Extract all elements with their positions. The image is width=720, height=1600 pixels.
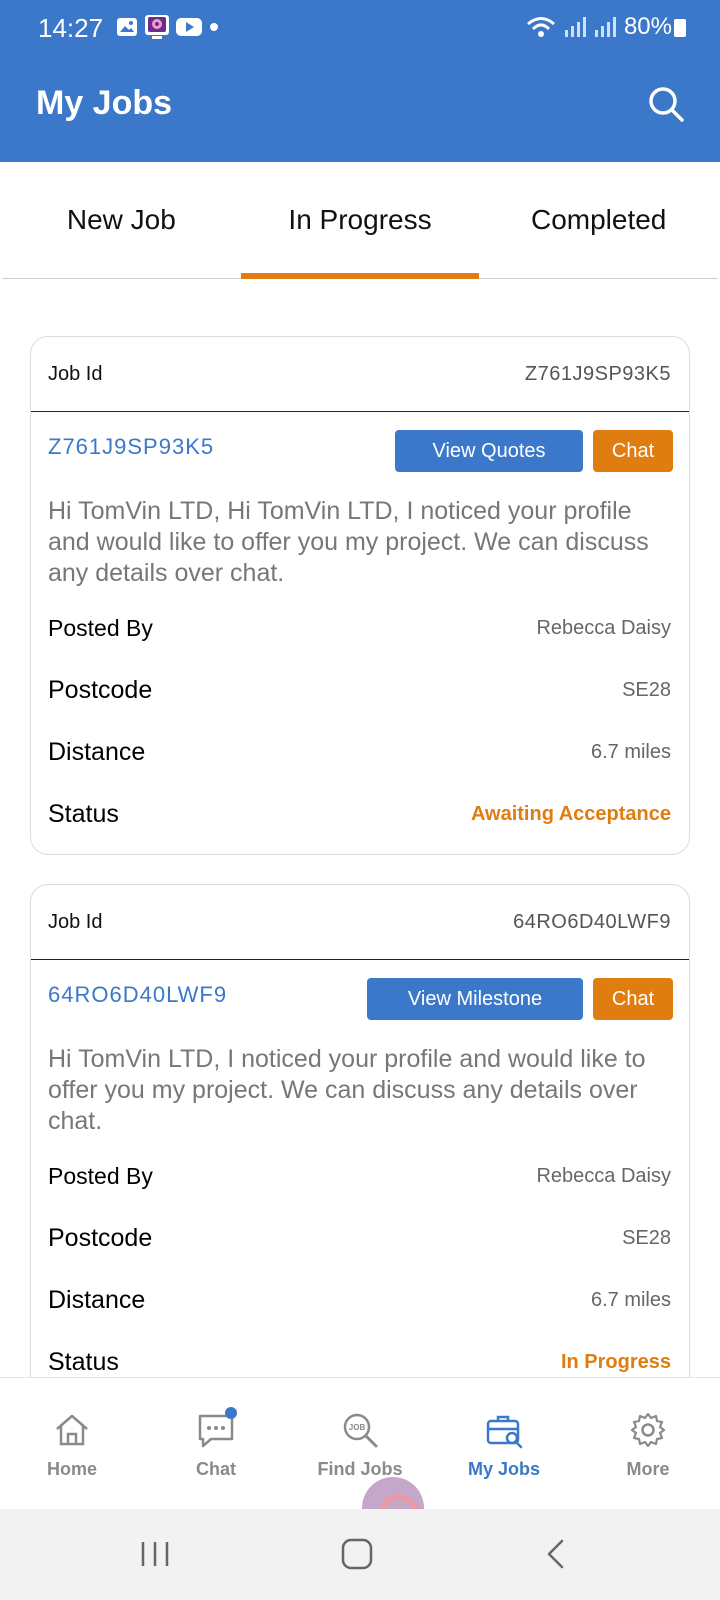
nav-home-label: Home [46,1459,97,1479]
status-row: Status In Progress [31,1331,689,1377]
nav-my-jobs-label: My Jobs [467,1459,541,1479]
status-label: Status [48,799,119,828]
tab-new-job[interactable]: New Job [2,162,241,278]
posted-by-value: Rebecca Daisy [536,617,671,639]
job-list[interactable]: Job Id Z761J9SP93K5 Z761J9SP93K5 View Qu… [0,279,720,1377]
tab-in-progress[interactable]: In Progress [240,162,480,279]
chat-button[interactable]: Chat [593,430,673,472]
view-quotes-button[interactable]: View Quotes [395,430,583,472]
tab-completed[interactable]: Completed [479,162,718,278]
distance-value: 6.7 miles [590,1288,671,1311]
signal-icon [564,17,586,37]
gear-icon [630,1412,666,1448]
nav-more-label: More [626,1459,670,1479]
find-jobs-icon: JOB [343,1413,378,1448]
home-button-icon[interactable] [340,1537,374,1571]
posted-by-label: Posted By [48,1163,153,1189]
status-row: Status Awaiting Acceptance [31,783,689,845]
status-bar: 14:27 80% [0,0,720,56]
dot-icon [210,23,218,31]
job-description: Hi TomVin LTD, Hi TomVin LTD, I noticed … [48,497,649,587]
nav-more[interactable]: More [576,1378,720,1509]
chat-button[interactable]: Chat [593,978,673,1020]
status-time: 14:27 [38,13,104,43]
postcode-label: Postcode [48,1223,153,1252]
distance-label: Distance [48,1285,146,1314]
status-value: In Progress [560,1350,671,1373]
back-icon[interactable] [540,1537,574,1571]
job-card: Job Id Z761J9SP93K5 Z761J9SP93K5 View Qu… [30,336,690,855]
status-label: Status [48,1347,119,1376]
job-tabs: New Job In Progress Completed [2,162,718,279]
job-id-link[interactable]: 64RO6D40LWF9 [48,982,227,1008]
job-id-label: Job Id [48,362,103,385]
notification-icons [116,14,220,40]
nav-chat-label: Chat [196,1459,236,1479]
posted-by-row: Posted By Rebecca Daisy [31,598,689,659]
signal-icon-2 [594,17,616,37]
view-milestone-button[interactable]: View Milestone [367,978,583,1020]
postcode-row: Postcode SE28 [31,1207,689,1269]
posted-by-label: Posted By [48,615,153,641]
nav-home[interactable]: Home [0,1378,144,1509]
wifi-icon [526,17,555,37]
gallery-icon [117,18,137,36]
recent-apps-icon[interactable] [138,1537,172,1571]
job-id-value: Z761J9SP93K5 [524,362,671,385]
distance-row: Distance 6.7 miles [31,721,689,783]
posted-by-value: Rebecca Daisy [536,1165,671,1187]
posted-by-row: Posted By Rebecca Daisy [31,1146,689,1207]
youtube-icon [176,18,202,36]
job-card: Job Id 64RO6D40LWF9 64RO6D40LWF9 View Mi… [30,884,690,1377]
distance-value: 6.7 miles [590,740,671,763]
job-id-label: Job Id [48,910,103,933]
job-id-value: 64RO6D40LWF9 [513,910,671,933]
job-id-row: Z761J9SP93K5 View Quotes Chat [31,412,689,490]
battery-icon [674,19,686,37]
home-icon [56,1414,88,1446]
job-description: Hi TomVin LTD, I noticed your profile an… [48,1045,646,1135]
chat-icon-wrap [197,1407,237,1449]
postcode-value: SE28 [622,678,671,701]
nav-my-jobs[interactable]: My Jobs [432,1378,576,1509]
briefcase-icon [486,1415,523,1449]
status-value: Awaiting Acceptance [470,802,671,825]
page-title: My Jobs [36,84,173,122]
svg-text:JOB: JOB [349,1423,366,1432]
status-right: 80% [526,13,672,41]
search-icon[interactable] [646,84,686,124]
nav-chat[interactable]: Chat [144,1378,288,1509]
unread-badge [225,1407,237,1419]
job-id-row: 64RO6D40LWF9 View Milestone Chat [31,960,689,1038]
distance-label: Distance [48,737,146,766]
postcode-row: Postcode SE28 [31,659,689,721]
distance-row: Distance 6.7 miles [31,1269,689,1331]
battery-percent: 80% [623,13,672,40]
job-id-link[interactable]: Z761J9SP93K5 [48,434,214,460]
postcode-label: Postcode [48,675,153,704]
bottom-nav: Home Chat JOB Find Jobs My Jobs More [0,1377,720,1509]
app-notification-icon [145,15,169,39]
job-card-header: Job Id Z761J9SP93K5 [31,337,689,412]
job-card-header: Job Id 64RO6D40LWF9 [31,885,689,960]
system-nav-bar [0,1509,720,1600]
postcode-value: SE28 [622,1226,671,1249]
app-header: 14:27 80% My Jobs [0,0,720,162]
